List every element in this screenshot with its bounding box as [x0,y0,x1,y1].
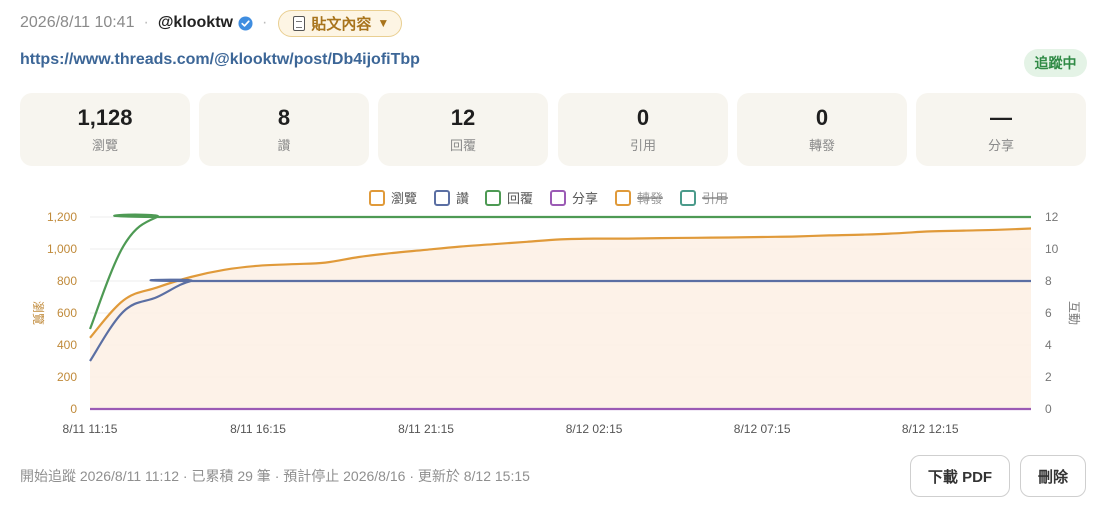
post-content-button[interactable]: 貼文內容 ▼ [278,9,403,37]
stat-card-replies: 12 回覆 [378,93,548,166]
y-tick-label-left: 1,000 [47,242,77,256]
download-pdf-button[interactable]: 下載 PDF [910,455,1010,497]
stat-card-views: 1,128 瀏覽 [20,93,190,166]
legend-label: 回覆 [507,191,533,206]
y-tick-label-right: 6 [1045,306,1052,320]
x-tick-label: 8/11 16:15 [230,422,286,436]
stat-value: 0 [636,105,650,130]
stats-row: 1,128 瀏覽 8 讚 12 回覆 0 引用 0 轉發 — 分享 [20,93,1086,166]
x-tick-label: 8/11 21:15 [398,422,454,436]
post-content-label: 貼文內容 [311,15,372,33]
legend-swatch [434,190,450,206]
stat-label: 讚 [277,138,291,153]
tracking-info: 開始追蹤 2026/8/11 11:12 · 已累積 29 筆 · 預計停止 2… [20,468,530,484]
metrics-line-chart: 0 0 200 2 400 4 600 6 800 8 1,000 10 1,200 12 8/11 11:… [31,190,1081,436]
stat-label: 轉發 [808,138,835,153]
stat-card-reposts: 0 轉發 [737,93,907,166]
x-tick-label: 8/11 11:15 [63,422,118,436]
stat-card-quotes: 0 引用 [558,93,728,166]
stat-card-likes: 8 讚 [199,93,369,166]
post-datetime: 2026/8/11 10:41 [20,14,135,31]
y-tick-label-left: 800 [57,274,77,288]
x-tick-label: 8/12 07:15 [734,422,791,436]
y-tick-label-left: 0 [70,402,77,416]
separator-dot: · [143,14,149,31]
legend-swatch [485,190,501,206]
stat-value: 0 [815,105,829,130]
legend-swatch [550,190,566,206]
y-tick-label-left: 200 [57,370,77,384]
y-tick-label-right: 0 [1045,402,1052,416]
stat-value: 1,128 [77,105,133,130]
verified-badge-icon [238,15,253,31]
legend-label: 瀏覽 [391,191,417,206]
stat-value: 12 [450,105,476,130]
stat-value: — [990,105,1012,130]
post-header: 2026/8/11 10:41 · @klooktw · 貼文內容 ▼ [20,9,403,37]
y-tick-label-right: 2 [1045,370,1052,384]
series-area-0 [90,228,1031,409]
stat-value: 8 [277,105,291,130]
tracking-status-badge: 追蹤中 [1024,49,1087,77]
legend-label: 讚 [456,191,469,206]
caret-down-icon: ▼ [377,16,390,30]
y-tick-label-right: 10 [1045,242,1059,256]
x-tick-label: 8/12 02:15 [566,422,623,436]
stat-label: 瀏覽 [91,138,118,153]
x-tick-label: 8/12 12:15 [902,422,959,436]
y-tick-label-right: 4 [1045,338,1052,352]
stat-label: 引用 [629,138,656,153]
username[interactable]: @klooktw [158,14,233,32]
y-tick-label-left: 600 [57,306,77,320]
y-axis-title-left: 瀏覽 [31,301,46,325]
legend-swatch [615,190,631,206]
legend-swatch [369,190,385,206]
y-tick-label-left: 400 [57,338,77,352]
y-axis-title-right: 互動 [1067,301,1081,325]
post-url-link[interactable]: https://www.threads.com/@klooktw/post/Db… [20,51,420,69]
stat-label: 回覆 [449,138,476,153]
legend-swatch [680,190,696,206]
legend-label: 分享 [572,191,598,206]
separator-dot: · [261,14,268,31]
stat-label: 分享 [987,138,1014,153]
y-tick-label-right: 8 [1045,274,1052,288]
stat-card-shares: — 分享 [916,93,1086,166]
y-tick-label-left: 1,200 [47,210,77,224]
document-icon [293,15,306,31]
y-tick-label-right: 12 [1045,210,1059,224]
delete-button[interactable]: 刪除 [1020,455,1086,497]
